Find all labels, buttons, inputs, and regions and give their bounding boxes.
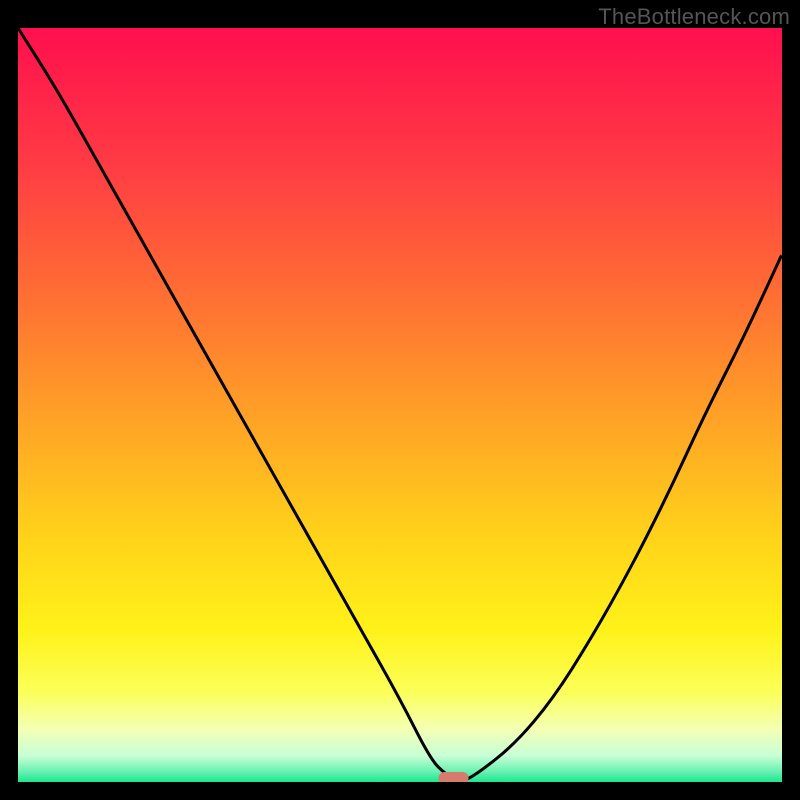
watermark-text: TheBottleneck.com	[598, 4, 790, 30]
chart-frame: TheBottleneck.com	[0, 0, 800, 800]
optimal-marker	[438, 772, 468, 782]
chart-svg	[18, 28, 782, 782]
plot-area	[18, 28, 782, 782]
gradient-background	[18, 28, 782, 782]
